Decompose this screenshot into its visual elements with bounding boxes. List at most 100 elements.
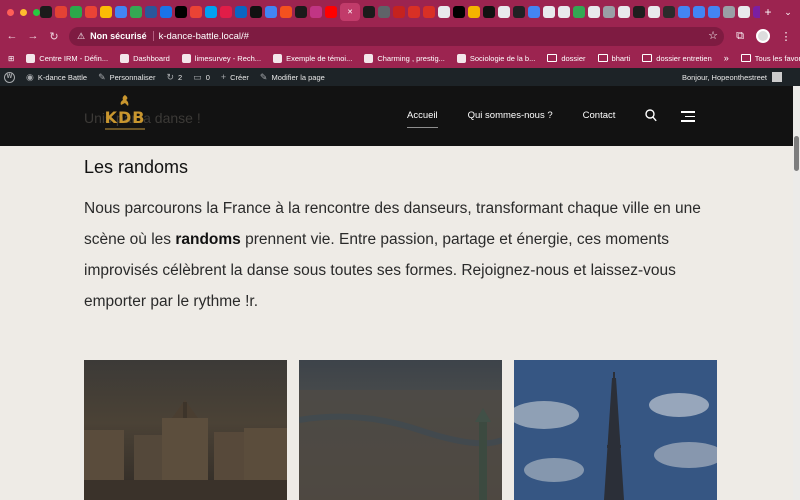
browser-tab[interactable] — [40, 6, 52, 18]
browser-tab[interactable] — [693, 6, 705, 18]
browser-tab[interactable] — [708, 6, 720, 18]
city-card-bordeaux[interactable] — [84, 360, 287, 500]
profile-avatar[interactable] — [756, 29, 770, 43]
browser-tab[interactable] — [175, 6, 187, 18]
browser-tab[interactable] — [160, 6, 172, 18]
bookmark-item[interactable]: Charming , prestig... — [364, 53, 445, 63]
browser-tab[interactable] — [265, 6, 277, 18]
browser-tab[interactable] — [453, 6, 465, 18]
browser-tab[interactable] — [438, 6, 450, 18]
bookmark-label: Exemple de témoi... — [286, 53, 353, 63]
url-text[interactable]: k-dance-battle.local/# — [159, 31, 249, 42]
wp-edit-page[interactable]: ✎ Modifier la page — [260, 72, 325, 83]
browser-tab[interactable] — [363, 6, 375, 18]
browser-tab[interactable] — [468, 6, 480, 18]
wordpress-logo-icon[interactable]: W — [4, 71, 15, 83]
browser-tab[interactable] — [633, 6, 645, 18]
browser-tab[interactable] — [423, 6, 435, 18]
bookmark-item[interactable]: limesurvey - Rech... — [181, 53, 261, 63]
nav-item-2[interactable]: Contact — [583, 110, 616, 125]
browser-tab[interactable] — [115, 6, 127, 18]
wp-comments[interactable]: ▭ 0 — [193, 72, 210, 83]
scrollbar-thumb[interactable] — [794, 136, 799, 171]
search-icon[interactable] — [645, 109, 657, 122]
browser-tab[interactable] — [558, 6, 570, 18]
back-button[interactable]: ← — [6, 30, 18, 42]
bookmarks-more-button[interactable]: » — [724, 53, 729, 63]
browser-tab[interactable] — [55, 6, 67, 18]
browser-tab[interactable] — [723, 6, 735, 18]
close-window-button[interactable] — [7, 8, 14, 16]
wp-account[interactable]: Bonjour, Hopeonthestreet — [682, 72, 800, 82]
para-bold-text: randoms — [175, 231, 241, 248]
bookmark-item[interactable]: Exemple de témoi... — [273, 53, 353, 63]
bookmark-label: bharti — [611, 53, 631, 63]
browser-tab[interactable] — [603, 6, 615, 18]
address-bar[interactable]: ⚠ Non sécurisé k-dance-battle.local/# ☆ — [69, 26, 724, 46]
browser-menu-icon[interactable]: ⋮ — [779, 30, 793, 43]
bookmark-item[interactable]: bharti — [597, 53, 631, 63]
apps-grid-icon[interactable]: ⊞ — [8, 54, 14, 63]
bookmark-item[interactable]: dossier entretien — [642, 54, 712, 63]
bookmark-star-icon[interactable]: ☆ — [708, 29, 718, 42]
browser-tab[interactable] — [235, 6, 247, 18]
browser-tab[interactable] — [513, 6, 525, 18]
extensions-icon[interactable]: ⧉ — [733, 30, 747, 43]
wp-site-name[interactable]: ◉ K-dance Battle — [26, 72, 87, 83]
browser-tab[interactable] — [738, 6, 750, 18]
browser-tab[interactable] — [678, 6, 690, 18]
browser-tab[interactable] — [378, 6, 390, 18]
browser-tab[interactable] — [295, 6, 307, 18]
city-card-paris[interactable] — [514, 360, 717, 500]
browser-tab[interactable] — [528, 6, 540, 18]
browser-tab[interactable] — [408, 6, 420, 18]
maximize-window-button[interactable] — [33, 8, 40, 16]
browser-tab[interactable] — [280, 6, 292, 18]
browser-tab[interactable] — [205, 6, 217, 18]
browser-tab[interactable] — [588, 6, 600, 18]
browser-tab[interactable] — [393, 6, 405, 18]
active-tab-close-icon[interactable]: ✕ — [340, 3, 360, 21]
nav-item-1[interactable]: Qui sommes-nous ? — [468, 110, 553, 125]
reload-button[interactable]: ↻ — [48, 30, 60, 43]
browser-tab[interactable] — [130, 6, 142, 18]
browser-tab[interactable] — [618, 6, 630, 18]
browser-tab[interactable] — [498, 6, 510, 18]
browser-tab[interactable] — [145, 6, 157, 18]
wp-updates[interactable]: ↻ 2 — [166, 72, 182, 83]
section-heading: Les randoms — [84, 157, 189, 177]
wp-customize[interactable]: ✎ Personnaliser — [98, 72, 155, 83]
browser-tab[interactable] — [543, 6, 555, 18]
city-card-lyon[interactable] — [299, 360, 502, 500]
browser-tab[interactable] — [753, 6, 760, 18]
browser-tab[interactable] — [220, 6, 232, 18]
browser-tab[interactable] — [100, 6, 112, 18]
browser-tab[interactable] — [648, 6, 660, 18]
browser-tab[interactable] — [310, 6, 322, 18]
all-bookmarks-button[interactable]: Tous les favoris — [740, 54, 800, 63]
updates-icon: ↻ — [166, 71, 175, 82]
nav-item-0[interactable]: Accueil — [407, 110, 438, 128]
browser-tab[interactable] — [70, 6, 82, 18]
page-scrollbar[interactable] — [793, 86, 800, 500]
folder-icon — [547, 54, 558, 62]
browser-tab[interactable] — [85, 6, 97, 18]
bookmark-item[interactable]: Dashboard — [120, 53, 170, 63]
bookmark-item[interactable]: dossier — [547, 54, 586, 63]
new-tab-button[interactable]: + — [760, 5, 776, 19]
tab-search-chevron-icon[interactable]: ⌄ — [776, 7, 800, 18]
browser-tab[interactable] — [663, 6, 675, 18]
site-logo[interactable]: KDB — [101, 94, 149, 134]
browser-tab[interactable] — [250, 6, 262, 18]
security-status[interactable]: Non sécurisé — [90, 31, 154, 41]
forward-button[interactable]: → — [27, 30, 39, 42]
bookmark-item[interactable]: Centre IRM - Défin... — [26, 53, 108, 63]
wp-new[interactable]: + Créer — [221, 72, 249, 82]
hamburger-menu-icon[interactable] — [681, 111, 695, 125]
bookmark-item[interactable]: Sociologie de la b... — [456, 53, 535, 63]
browser-tab[interactable] — [483, 6, 495, 18]
browser-tab[interactable] — [325, 6, 337, 18]
browser-tab[interactable] — [573, 6, 585, 18]
browser-tab[interactable] — [190, 6, 202, 18]
minimize-window-button[interactable] — [20, 8, 27, 16]
